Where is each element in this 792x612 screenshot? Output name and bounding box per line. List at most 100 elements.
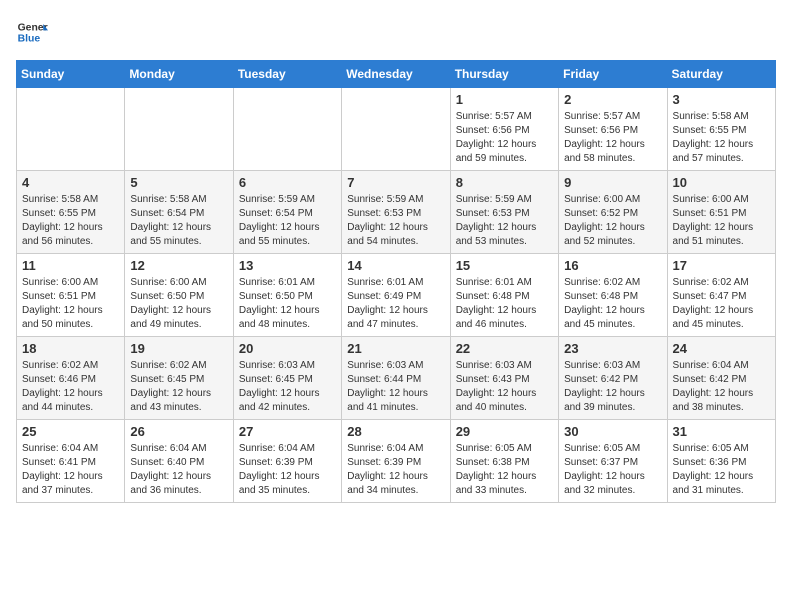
day-number: 11 <box>22 258 119 273</box>
day-info: Sunrise: 5:58 AMSunset: 6:54 PMDaylight:… <box>130 193 227 249</box>
calendar-cell <box>17 88 125 171</box>
day-number: 30 <box>564 424 661 439</box>
col-header-thursday: Thursday <box>450 61 558 88</box>
calendar-cell: 13 Sunrise: 6:01 AMSunset: 6:50 PMDayligh… <box>233 254 341 337</box>
calendar-table: SundayMondayTuesdayWednesdayThursdayFrid… <box>16 60 776 503</box>
calendar-cell <box>233 88 341 171</box>
calendar-cell: 21 Sunrise: 6:03 AMSunset: 6:44 PMDayligh… <box>342 337 450 420</box>
calendar-cell: 27 Sunrise: 6:04 AMSunset: 6:39 PMDayligh… <box>233 420 341 503</box>
day-number: 19 <box>130 341 227 356</box>
calendar-cell: 30 Sunrise: 6:05 AMSunset: 6:37 PMDayligh… <box>559 420 667 503</box>
day-info: Sunrise: 5:59 AMSunset: 6:53 PMDaylight:… <box>456 193 553 249</box>
calendar-cell: 8 Sunrise: 5:59 AMSunset: 6:53 PMDaylight… <box>450 171 558 254</box>
day-number: 4 <box>22 175 119 190</box>
day-number: 14 <box>347 258 444 273</box>
day-info: Sunrise: 6:03 AMSunset: 6:45 PMDaylight:… <box>239 359 336 415</box>
day-info: Sunrise: 6:04 AMSunset: 6:40 PMDaylight:… <box>130 442 227 498</box>
calendar-cell: 25Sunrise: 6:04 AMSunset: 6:41 PMDayligh… <box>17 420 125 503</box>
day-info: Sunrise: 5:59 AMSunset: 6:53 PMDaylight:… <box>347 193 444 249</box>
day-info: Sunrise: 6:00 AMSunset: 6:51 PMDaylight:… <box>673 193 770 249</box>
day-number: 26 <box>130 424 227 439</box>
day-info: Sunrise: 6:02 AMSunset: 6:47 PMDaylight:… <box>673 276 770 332</box>
day-info: Sunrise: 6:01 AMSunset: 6:50 PMDaylight:… <box>239 276 336 332</box>
day-number: 25 <box>22 424 119 439</box>
calendar-cell: 29 Sunrise: 6:05 AMSunset: 6:38 PMDayligh… <box>450 420 558 503</box>
calendar-cell: 24Sunrise: 6:04 AMSunset: 6:42 PMDayligh… <box>667 337 775 420</box>
day-info: Sunrise: 6:00 AMSunset: 6:52 PMDaylight:… <box>564 193 661 249</box>
day-number: 21 <box>347 341 444 356</box>
week-row-1: 1 Sunrise: 5:57 AMSunset: 6:56 PMDaylight… <box>17 88 776 171</box>
day-number: 5 <box>130 175 227 190</box>
day-number: 12 <box>130 258 227 273</box>
day-number: 17 <box>673 258 770 273</box>
header: General Blue <box>16 16 776 48</box>
day-info: Sunrise: 6:04 AMSunset: 6:42 PMDaylight:… <box>673 359 770 415</box>
calendar-cell: 22Sunrise: 6:03 AMSunset: 6:43 PMDayligh… <box>450 337 558 420</box>
day-number: 6 <box>239 175 336 190</box>
day-info: Sunrise: 5:58 AMSunset: 6:55 PMDaylight:… <box>673 110 770 166</box>
col-header-monday: Monday <box>125 61 233 88</box>
day-info: Sunrise: 6:05 AMSunset: 6:38 PMDaylight:… <box>456 442 553 498</box>
calendar-cell: 17 Sunrise: 6:02 AMSunset: 6:47 PMDayligh… <box>667 254 775 337</box>
calendar-cell: 12 Sunrise: 6:00 AMSunset: 6:50 PMDayligh… <box>125 254 233 337</box>
calendar-cell: 11 Sunrise: 6:00 AMSunset: 6:51 PMDayligh… <box>17 254 125 337</box>
col-header-friday: Friday <box>559 61 667 88</box>
day-number: 3 <box>673 92 770 107</box>
calendar-cell: 15Sunrise: 6:01 AMSunset: 6:48 PMDayligh… <box>450 254 558 337</box>
day-info: Sunrise: 6:00 AMSunset: 6:50 PMDaylight:… <box>130 276 227 332</box>
calendar-cell: 9 Sunrise: 6:00 AMSunset: 6:52 PMDaylight… <box>559 171 667 254</box>
day-number: 8 <box>456 175 553 190</box>
day-info: Sunrise: 6:02 AMSunset: 6:46 PMDaylight:… <box>22 359 119 415</box>
logo-icon: General Blue <box>16 16 48 48</box>
col-header-tuesday: Tuesday <box>233 61 341 88</box>
day-info: Sunrise: 6:05 AMSunset: 6:37 PMDaylight:… <box>564 442 661 498</box>
calendar-cell: 26 Sunrise: 6:04 AMSunset: 6:40 PMDayligh… <box>125 420 233 503</box>
day-number: 9 <box>564 175 661 190</box>
day-info: Sunrise: 5:59 AMSunset: 6:54 PMDaylight:… <box>239 193 336 249</box>
week-row-2: 4 Sunrise: 5:58 AMSunset: 6:55 PMDaylight… <box>17 171 776 254</box>
svg-text:Blue: Blue <box>18 34 41 45</box>
calendar-cell: 5 Sunrise: 5:58 AMSunset: 6:54 PMDaylight… <box>125 171 233 254</box>
week-row-5: 25Sunrise: 6:04 AMSunset: 6:41 PMDayligh… <box>17 420 776 503</box>
calendar-cell: 18 Sunrise: 6:02 AMSunset: 6:46 PMDayligh… <box>17 337 125 420</box>
day-info: Sunrise: 6:00 AMSunset: 6:51 PMDaylight:… <box>22 276 119 332</box>
day-info: Sunrise: 5:58 AMSunset: 6:55 PMDaylight:… <box>22 193 119 249</box>
day-info: Sunrise: 6:01 AMSunset: 6:48 PMDaylight:… <box>456 276 553 332</box>
day-info: Sunrise: 5:57 AMSunset: 6:56 PMDaylight:… <box>456 110 553 166</box>
calendar-cell: 6 Sunrise: 5:59 AMSunset: 6:54 PMDaylight… <box>233 171 341 254</box>
col-header-wednesday: Wednesday <box>342 61 450 88</box>
day-info: Sunrise: 6:03 AMSunset: 6:44 PMDaylight:… <box>347 359 444 415</box>
calendar-cell <box>342 88 450 171</box>
calendar-header-row: SundayMondayTuesdayWednesdayThursdayFrid… <box>17 61 776 88</box>
day-number: 7 <box>347 175 444 190</box>
calendar-cell <box>125 88 233 171</box>
day-info: Sunrise: 6:04 AMSunset: 6:39 PMDaylight:… <box>239 442 336 498</box>
calendar-cell: 3 Sunrise: 5:58 AMSunset: 6:55 PMDaylight… <box>667 88 775 171</box>
day-number: 2 <box>564 92 661 107</box>
day-number: 1 <box>456 92 553 107</box>
day-info: Sunrise: 6:04 AMSunset: 6:39 PMDaylight:… <box>347 442 444 498</box>
calendar-cell: 19Sunrise: 6:02 AMSunset: 6:45 PMDayligh… <box>125 337 233 420</box>
calendar-cell: 28Sunrise: 6:04 AMSunset: 6:39 PMDayligh… <box>342 420 450 503</box>
day-number: 18 <box>22 341 119 356</box>
calendar-cell: 2 Sunrise: 5:57 AMSunset: 6:56 PMDaylight… <box>559 88 667 171</box>
day-number: 31 <box>673 424 770 439</box>
day-info: Sunrise: 6:02 AMSunset: 6:48 PMDaylight:… <box>564 276 661 332</box>
day-number: 29 <box>456 424 553 439</box>
calendar-cell: 31 Sunrise: 6:05 AMSunset: 6:36 PMDayligh… <box>667 420 775 503</box>
day-number: 13 <box>239 258 336 273</box>
calendar-cell: 4 Sunrise: 5:58 AMSunset: 6:55 PMDaylight… <box>17 171 125 254</box>
day-number: 23 <box>564 341 661 356</box>
col-header-saturday: Saturday <box>667 61 775 88</box>
day-number: 10 <box>673 175 770 190</box>
day-info: Sunrise: 6:05 AMSunset: 6:36 PMDaylight:… <box>673 442 770 498</box>
calendar-cell: 7 Sunrise: 5:59 AMSunset: 6:53 PMDaylight… <box>342 171 450 254</box>
col-header-sunday: Sunday <box>17 61 125 88</box>
calendar-cell: 20 Sunrise: 6:03 AMSunset: 6:45 PMDayligh… <box>233 337 341 420</box>
day-info: Sunrise: 5:57 AMSunset: 6:56 PMDaylight:… <box>564 110 661 166</box>
day-number: 27 <box>239 424 336 439</box>
calendar-cell: 23Sunrise: 6:03 AMSunset: 6:42 PMDayligh… <box>559 337 667 420</box>
week-row-3: 11 Sunrise: 6:00 AMSunset: 6:51 PMDayligh… <box>17 254 776 337</box>
day-number: 20 <box>239 341 336 356</box>
day-number: 16 <box>564 258 661 273</box>
